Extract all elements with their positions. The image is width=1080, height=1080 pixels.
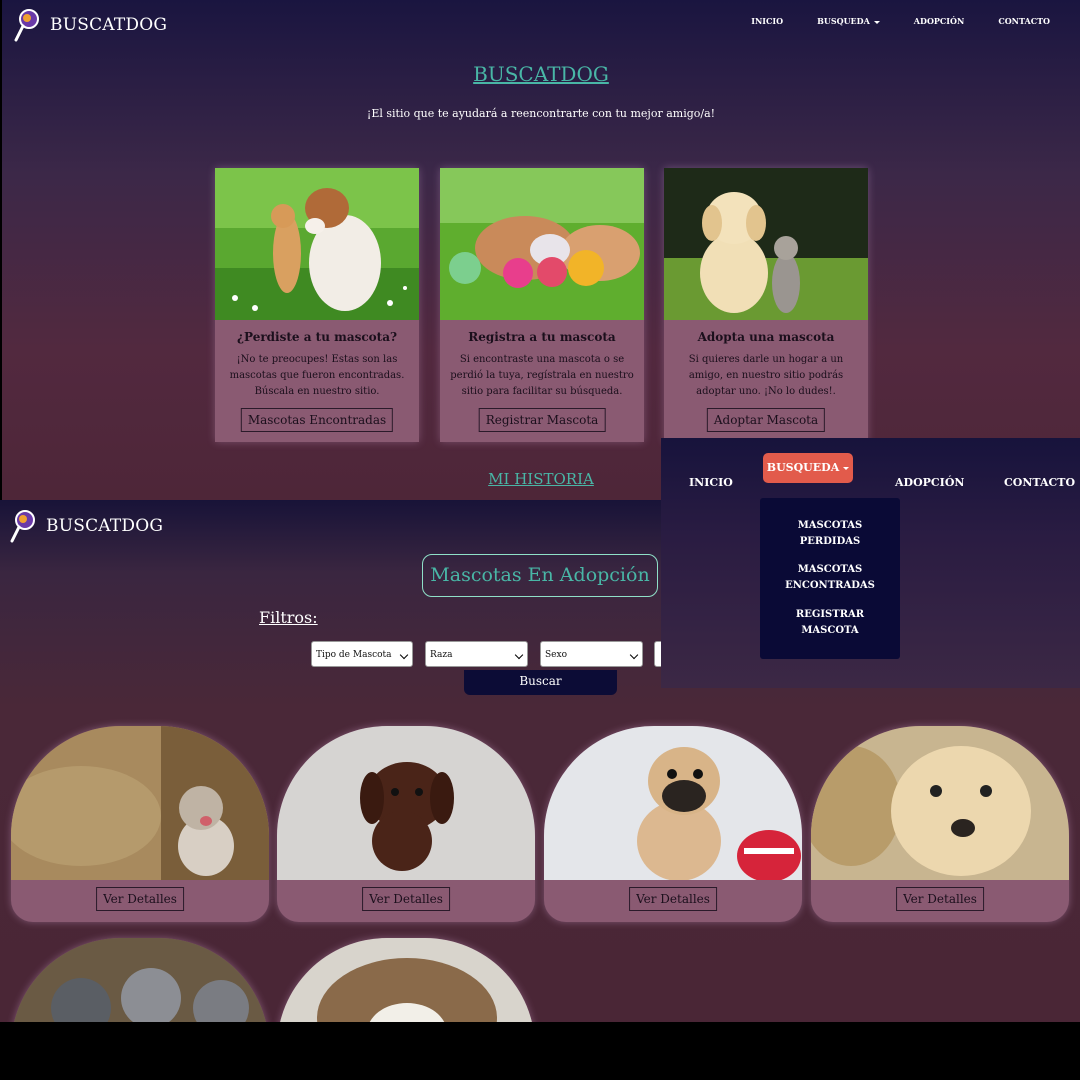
magnifier-logo-icon: [14, 9, 39, 42]
view-details-button[interactable]: Ver Detalles: [96, 887, 184, 911]
puppy-photo: [277, 726, 535, 880]
feature-card-register: Registra a tu mascota Si encontraste una…: [440, 168, 644, 442]
pet-type-select[interactable]: Tipo de Mascota: [311, 641, 413, 667]
pet-card: Ver Detalles: [277, 726, 535, 922]
search-button[interactable]: Buscar: [464, 670, 617, 695]
nav-links: INICIO BUSQUEDA ADOPCIÓN CONTACTO: [661, 453, 1080, 498]
brand-name: BUSCATDOG: [50, 15, 168, 35]
home-page: BUSCATDOG INICIO BUSQUEDA ADOPCIÓN CONTA…: [2, 0, 1080, 500]
view-details-button[interactable]: Ver Detalles: [629, 887, 717, 911]
puppy-and-kitten-photo: [664, 168, 868, 320]
pet-card: Ver Detalles: [544, 726, 802, 922]
puppy-kitten-yarn-photo: [440, 168, 644, 320]
chevron-down-icon: [514, 650, 524, 660]
dropdown-item-found-pets[interactable]: MASCOTAS ENCONTRADAS: [760, 562, 900, 594]
feature-title: ¿Perdiste a tu mascota?: [236, 330, 398, 344]
select-value: Tipo de Mascota: [316, 650, 392, 660]
nav-inicio[interactable]: INICIO: [751, 16, 783, 26]
dropdown-item-lost-pets[interactable]: MASCOTAS PERDIDAS: [760, 518, 900, 550]
nav-busqueda-label: BUSQUEDA: [817, 16, 870, 26]
magnifier-logo-icon: [10, 510, 35, 543]
select-value: Raza: [430, 650, 453, 660]
nav-contacto[interactable]: CONTACTO: [998, 16, 1050, 26]
dropdown-line: REGISTRAR: [795, 609, 865, 620]
feature-card-lost: ¿Perdiste a tu mascota? ¡No te preocupes…: [215, 168, 419, 442]
nav-adopcion[interactable]: ADOPCIÓN: [895, 468, 964, 498]
nav-contacto[interactable]: CONTACTO: [1004, 468, 1075, 498]
retriever-photo: [811, 726, 1069, 880]
pet-card: [11, 938, 269, 1022]
page-subtitle: ¡El sitio que te ayudará a reencontrarte…: [366, 107, 716, 120]
dropdown-line: MASCOTA: [801, 625, 859, 636]
pet-card: [277, 938, 535, 1022]
sex-select[interactable]: Sexo: [540, 641, 643, 667]
dropdown-line: MASCOTAS: [797, 564, 863, 575]
busqueda-dropdown-menu: MASCOTAS PERDIDAS MASCOTAS ENCONTRADAS REG…: [760, 498, 900, 659]
nav-busqueda-label: BUSQUEDA: [766, 461, 840, 474]
register-pet-button[interactable]: Registrar Mascota: [478, 408, 606, 432]
found-pets-button[interactable]: Mascotas Encontradas: [240, 408, 394, 432]
feature-text: Si encontraste una mascota o se perdió l…: [450, 354, 634, 397]
feature-text: Si quieres darle un hogar a un amigo, en…: [688, 354, 844, 397]
cat-photo: [277, 938, 535, 1022]
dropdown-line: MASCOTAS: [797, 520, 863, 531]
dog-and-cat-photo: [215, 168, 419, 320]
caret-down-icon: [843, 466, 850, 470]
pug-photo: [544, 726, 802, 880]
view-details-button[interactable]: Ver Detalles: [896, 887, 984, 911]
top-navbar: BUSCATDOG INICIO BUSQUEDA ADOPCIÓN CONTA…: [2, 0, 1080, 50]
brand-link[interactable]: BUSCATDOG: [10, 509, 163, 543]
nav-links: INICIO BUSQUEDA ADOPCIÓN CONTACTO: [751, 16, 1050, 26]
dropdown-line: PERDIDAS: [799, 536, 861, 547]
feature-title: Adopta una mascota: [697, 330, 835, 344]
nav-busqueda[interactable]: BUSQUEDA: [817, 16, 880, 26]
feature-text: ¡No te preocupes! Estas son las mascotas…: [229, 354, 405, 397]
brand-link[interactable]: BUSCATDOG: [14, 8, 167, 42]
kittens-photo: [11, 938, 269, 1022]
chevron-down-icon: [399, 650, 409, 660]
adopt-pet-button[interactable]: Adoptar Mascota: [706, 408, 826, 432]
nav-inicio[interactable]: INICIO: [689, 468, 733, 498]
dropdown-line: ENCONTRADAS: [785, 580, 875, 591]
feature-card-adopt: Adopta una mascota Si quieres darle un h…: [664, 168, 868, 442]
navbar-dropdown-zoom: INICIO BUSQUEDA ADOPCIÓN CONTACTO MASCOT…: [661, 438, 1080, 688]
nav-busqueda-active[interactable]: BUSQUEDA: [763, 453, 853, 483]
pet-card: Ver Detalles: [811, 726, 1069, 922]
view-details-button[interactable]: Ver Detalles: [362, 887, 450, 911]
caret-down-icon: [873, 20, 880, 24]
feature-title: Registra a tu mascota: [468, 330, 616, 344]
page-title[interactable]: BUSCATDOG: [2, 62, 1080, 86]
chevron-down-icon: [629, 650, 639, 660]
breed-select[interactable]: Raza: [425, 641, 528, 667]
kitten-photo: [11, 726, 269, 880]
brand-name: BUSCATDOG: [46, 516, 164, 536]
filters-label: Filtros:: [259, 608, 318, 627]
adoption-title: Mascotas En Adopción: [422, 554, 658, 597]
dropdown-item-register-pet[interactable]: REGISTRAR MASCOTA: [760, 607, 900, 639]
pet-card: Ver Detalles: [11, 726, 269, 922]
select-value: Sexo: [545, 650, 567, 660]
nav-adopcion[interactable]: ADOPCIÓN: [914, 16, 965, 26]
